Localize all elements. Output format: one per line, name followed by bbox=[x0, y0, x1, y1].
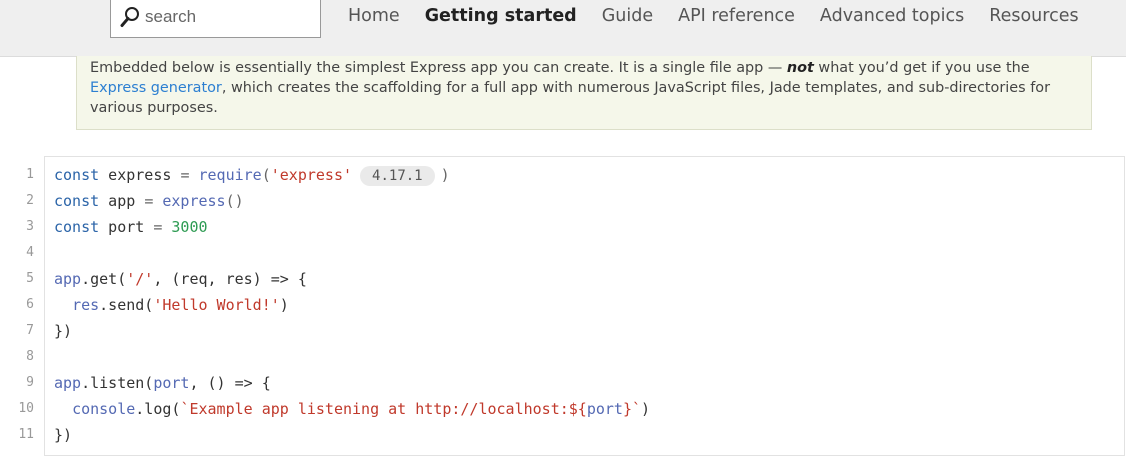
line-number: 1 bbox=[26, 167, 34, 182]
version-badge: 4.17.1 bbox=[360, 166, 435, 186]
line-number: 9 bbox=[26, 375, 34, 390]
line-number: 5 bbox=[26, 271, 34, 286]
code-identifier: app bbox=[99, 192, 145, 210]
code-line-1: const express = require('express' 4.17.1) bbox=[54, 162, 650, 188]
code-identifier: express bbox=[99, 166, 181, 184]
code-method: .get( bbox=[81, 270, 127, 288]
note-text: what you’d get if you use the bbox=[813, 60, 1030, 76]
code-line-3: const port = 3000 bbox=[54, 214, 650, 240]
line-number: 7 bbox=[26, 323, 34, 338]
nav-guide[interactable]: Guide bbox=[602, 6, 653, 26]
code-text: , (req, res) => { bbox=[153, 270, 307, 288]
code-string: 'express' bbox=[270, 166, 353, 184]
search-box[interactable] bbox=[110, 0, 321, 38]
search-input[interactable] bbox=[145, 4, 315, 30]
search-icon bbox=[120, 7, 139, 27]
line-number: 3 bbox=[26, 219, 34, 234]
note-emphasis: not bbox=[786, 60, 814, 76]
code-object: console bbox=[72, 400, 136, 418]
express-generator-link[interactable]: Express generator bbox=[90, 80, 222, 96]
code-punctuation: () bbox=[225, 192, 244, 210]
code-line-9: app.listen(port, () => { bbox=[54, 370, 650, 396]
code-identifier: port bbox=[586, 400, 623, 418]
code-method: .log( bbox=[135, 400, 181, 418]
code-object: app bbox=[54, 374, 82, 392]
line-number: 4 bbox=[26, 245, 34, 260]
line-number-gutter: 1 2 3 4 5 6 7 8 9 10 11 bbox=[0, 162, 34, 448]
code-number: 3000 bbox=[171, 218, 208, 236]
code-function: require bbox=[198, 166, 262, 184]
code-object: app bbox=[54, 270, 82, 288]
nav-home[interactable]: Home bbox=[348, 6, 400, 26]
nav-api-reference[interactable]: API reference bbox=[678, 6, 795, 26]
code-line-6: res.send('Hello World!') bbox=[54, 292, 650, 318]
code-operator: = bbox=[144, 192, 163, 210]
code-string: 'Hello World!' bbox=[153, 296, 280, 314]
code-string: `Example app listening at http://localho… bbox=[180, 400, 587, 418]
line-number: 11 bbox=[18, 427, 34, 442]
line-number: 6 bbox=[26, 297, 34, 312]
code-lines: const express = require('express' 4.17.1)… bbox=[54, 162, 650, 448]
code-keyword: const bbox=[54, 192, 100, 210]
code-line-10: console.log(`Example app listening at ht… bbox=[54, 396, 650, 422]
code-line-5: app.get('/', (req, res) => { bbox=[54, 266, 650, 292]
code-operator: = bbox=[153, 218, 172, 236]
code-object: res bbox=[72, 296, 100, 314]
code-method: .send( bbox=[99, 296, 154, 314]
code-string: '/' bbox=[126, 270, 154, 288]
code-identifier: port bbox=[99, 218, 154, 236]
code-text: }) bbox=[54, 426, 73, 444]
nav-getting-started[interactable]: Getting started bbox=[425, 6, 577, 26]
code-punctuation: ) bbox=[279, 296, 289, 314]
top-navigation-bar: Home Getting started Guide API reference… bbox=[0, 0, 1126, 57]
nav-resources[interactable]: Resources bbox=[989, 6, 1078, 26]
main-nav: Home Getting started Guide API reference… bbox=[348, 6, 1104, 26]
line-number: 10 bbox=[18, 401, 34, 416]
note-text: Embedded below is essentially the simple… bbox=[90, 60, 787, 76]
code-text: , () => { bbox=[189, 374, 271, 392]
code-line-2: const app = express() bbox=[54, 188, 650, 214]
code-operator: = bbox=[180, 166, 199, 184]
code-text: }) bbox=[54, 322, 73, 340]
code-line-7: }) bbox=[54, 318, 650, 344]
code-punctuation: ) bbox=[440, 166, 450, 184]
code-keyword: const bbox=[54, 218, 100, 236]
code-keyword: const bbox=[54, 166, 100, 184]
line-number: 2 bbox=[26, 193, 34, 208]
note-text: , which creates the scaffolding for a fu… bbox=[90, 80, 1050, 116]
code-line-11: }) bbox=[54, 422, 650, 448]
code-punctuation: ) bbox=[641, 400, 651, 418]
info-note: Embedded below is essentially the simple… bbox=[76, 56, 1092, 130]
code-punctuation: ( bbox=[261, 166, 271, 184]
code-method: .listen( bbox=[81, 374, 154, 392]
nav-advanced-topics[interactable]: Advanced topics bbox=[820, 6, 964, 26]
code-identifier: port bbox=[153, 374, 190, 392]
code-function: express bbox=[162, 192, 226, 210]
line-number: 8 bbox=[26, 349, 34, 364]
code-string: }` bbox=[622, 400, 642, 418]
